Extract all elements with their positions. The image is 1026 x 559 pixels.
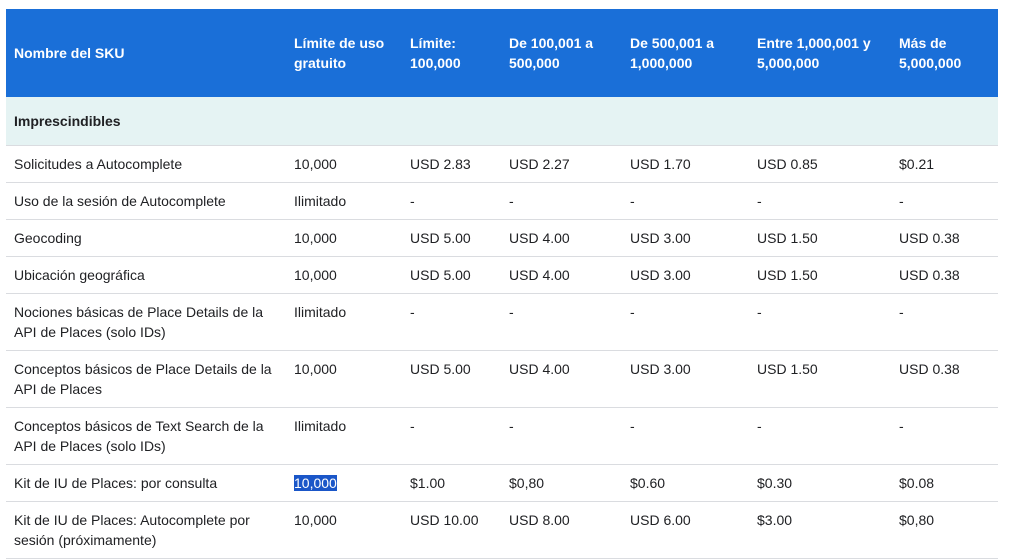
price-cell: $0,80 [501,464,622,502]
sku-name-cell: Conceptos básicos de Text Search de la A… [6,407,286,465]
table-row: Nociones básicas de Place Details de la … [6,293,998,351]
table-row: Kit de IU de Places: Autocomplete por se… [6,501,998,559]
price-cell: USD 0.85 [749,145,891,183]
table-row: Conceptos básicos de Text Search de la A… [6,407,998,465]
price-cell: - [501,182,622,220]
header-sku-name: Nombre del SKU [6,9,286,97]
price-cell: - [402,407,501,465]
sku-name-cell: Kit de IU de Places: Autocomplete por se… [6,501,286,559]
price-cell: USD 10.00 [402,501,501,559]
table-row: Conceptos básicos de Place Details de la… [6,350,998,408]
price-cell: USD 4.00 [501,219,622,257]
price-cell: USD 1.50 [749,256,891,294]
price-cell: $3.00 [749,501,891,559]
free-limit-cell[interactable]: 10,000 [286,464,402,502]
price-cell: $0,80 [891,501,998,559]
price-cell: USD 1.70 [622,145,749,183]
price-cell: - [622,407,749,465]
table-row: Kit de IU de Places: por consulta 10,000… [6,464,998,502]
free-limit-cell: 10,000 [286,145,402,183]
sku-name-cell: Kit de IU de Places: por consulta [6,464,286,502]
price-cell: - [749,182,891,220]
sku-name-cell: Conceptos básicos de Place Details de la… [6,350,286,408]
price-cell: - [402,293,501,351]
pricing-table: Nombre del SKU Límite de uso gratuito Lí… [6,9,998,559]
price-cell: - [749,407,891,465]
table-body: Imprescindibles Solicitudes a Autocomple… [6,97,998,559]
header-tier-over-5000000: Más de 5,000,000 [891,9,998,97]
free-limit-cell: 10,000 [286,501,402,559]
price-cell: - [749,293,891,351]
table-header: Nombre del SKU Límite de uso gratuito Lí… [6,9,998,97]
price-cell: USD 1.50 [749,350,891,408]
price-cell: - [891,407,998,465]
price-cell: USD 8.00 [501,501,622,559]
price-cell: USD 2.27 [501,145,622,183]
price-cell: $0.60 [622,464,749,502]
price-cell: - [402,182,501,220]
price-cell: USD 3.00 [622,350,749,408]
free-limit-cell: 10,000 [286,256,402,294]
table-row: Ubicación geográfica 10,000 USD 5.00 USD… [6,256,998,294]
pricing-table-container: Nombre del SKU Límite de uso gratuito Lí… [6,9,998,559]
price-cell: - [622,182,749,220]
price-cell: - [501,293,622,351]
sku-name-cell: Solicitudes a Autocomplete [6,145,286,183]
section-row: Imprescindibles [6,97,998,146]
price-cell: USD 5.00 [402,219,501,257]
price-cell: - [501,407,622,465]
header-tier-100001-500000: De 100,001 a 500,000 [501,9,622,97]
price-cell: $1.00 [402,464,501,502]
price-cell: USD 1.50 [749,219,891,257]
table-row: Geocoding 10,000 USD 5.00 USD 4.00 USD 3… [6,219,998,257]
price-cell: USD 5.00 [402,350,501,408]
price-cell: USD 0.38 [891,219,998,257]
sku-name-cell: Ubicación geográfica [6,256,286,294]
section-title: Imprescindibles [6,97,998,146]
free-limit-cell: 10,000 [286,219,402,257]
header-tier-500001-1000000: De 500,001 a 1,000,000 [622,9,749,97]
sku-name-cell: Geocoding [6,219,286,257]
free-limit-cell: 10,000 [286,350,402,408]
header-row: Nombre del SKU Límite de uso gratuito Lí… [6,9,998,97]
free-limit-cell: Ilimitado [286,182,402,220]
table-row: Uso de la sesión de Autocomplete Ilimita… [6,182,998,220]
price-cell: - [891,293,998,351]
price-cell: $0.30 [749,464,891,502]
price-cell: USD 5.00 [402,256,501,294]
header-tier-1000001-5000000: Entre 1,000,001 y 5,000,000 [749,9,891,97]
selected-text[interactable]: 10,000 [294,475,337,491]
header-tier-limit-100000: Límite: 100,000 [402,9,501,97]
sku-name-cell: Uso de la sesión de Autocomplete [6,182,286,220]
price-cell: USD 0.38 [891,350,998,408]
header-free-limit: Límite de uso gratuito [286,9,402,97]
price-cell: USD 4.00 [501,256,622,294]
free-limit-cell: Ilimitado [286,407,402,465]
price-cell: USD 6.00 [622,501,749,559]
price-cell: USD 4.00 [501,350,622,408]
free-limit-cell: Ilimitado [286,293,402,351]
price-cell: - [891,182,998,220]
price-cell: USD 3.00 [622,219,749,257]
table-row: Solicitudes a Autocomplete 10,000 USD 2.… [6,145,998,183]
price-cell: $0.08 [891,464,998,502]
price-cell: $0.21 [891,145,998,183]
price-cell: USD 2.83 [402,145,501,183]
price-cell: USD 0.38 [891,256,998,294]
sku-name-cell: Nociones básicas de Place Details de la … [6,293,286,351]
price-cell: - [622,293,749,351]
price-cell: USD 3.00 [622,256,749,294]
